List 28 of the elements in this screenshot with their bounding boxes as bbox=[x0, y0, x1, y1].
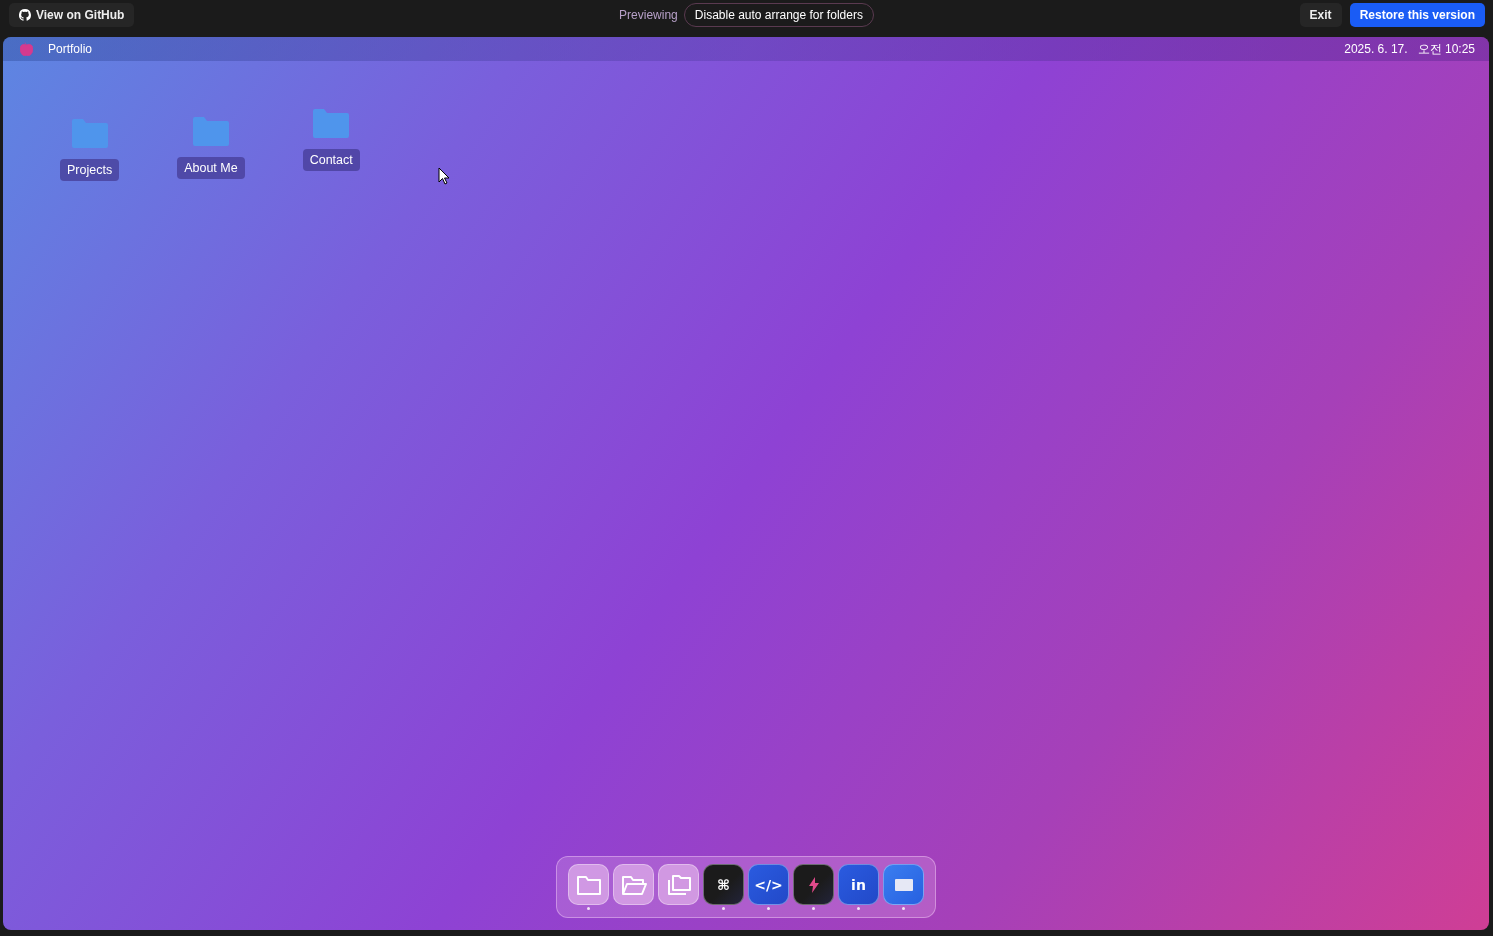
lightning-bolt-icon bbox=[808, 876, 819, 893]
dock-app[interactable]: ⌘ bbox=[703, 864, 744, 905]
previewing-label: Previewing bbox=[619, 8, 678, 22]
desktop-folder[interactable]: Contact bbox=[302, 109, 360, 171]
date-time: 2025. 6. 17. 오전 10:25 bbox=[1344, 40, 1475, 58]
dock-app[interactable]: </> bbox=[748, 864, 789, 905]
restore-button[interactable]: Restore this version bbox=[1349, 3, 1485, 27]
folder-icon bbox=[70, 119, 109, 149]
github-icon bbox=[19, 9, 31, 21]
dock-app[interactable] bbox=[658, 864, 699, 905]
folders-icon bbox=[665, 873, 692, 896]
envelope-icon bbox=[894, 878, 913, 891]
dock-app[interactable]: in bbox=[838, 864, 879, 905]
dock-app[interactable] bbox=[883, 864, 924, 905]
dock-app[interactable] bbox=[568, 864, 609, 905]
app-name: Portfolio bbox=[48, 42, 93, 56]
folder-icon bbox=[575, 873, 602, 896]
mouse-pointer-icon bbox=[438, 167, 450, 185]
folder-icon bbox=[191, 117, 230, 147]
desktop-folder[interactable]: Projects bbox=[60, 119, 120, 181]
dock-app[interactable] bbox=[793, 864, 834, 905]
folder-icon bbox=[312, 109, 351, 139]
dock-app[interactable] bbox=[613, 864, 654, 905]
desktop-folder[interactable]: About Me bbox=[177, 117, 245, 179]
exit-button[interactable]: Exit bbox=[1299, 3, 1342, 27]
open-folder-icon bbox=[620, 873, 647, 896]
github-link[interactable]: View on GitHub bbox=[9, 3, 135, 27]
version-title-pill: Disable auto arrange for folders bbox=[683, 3, 874, 27]
